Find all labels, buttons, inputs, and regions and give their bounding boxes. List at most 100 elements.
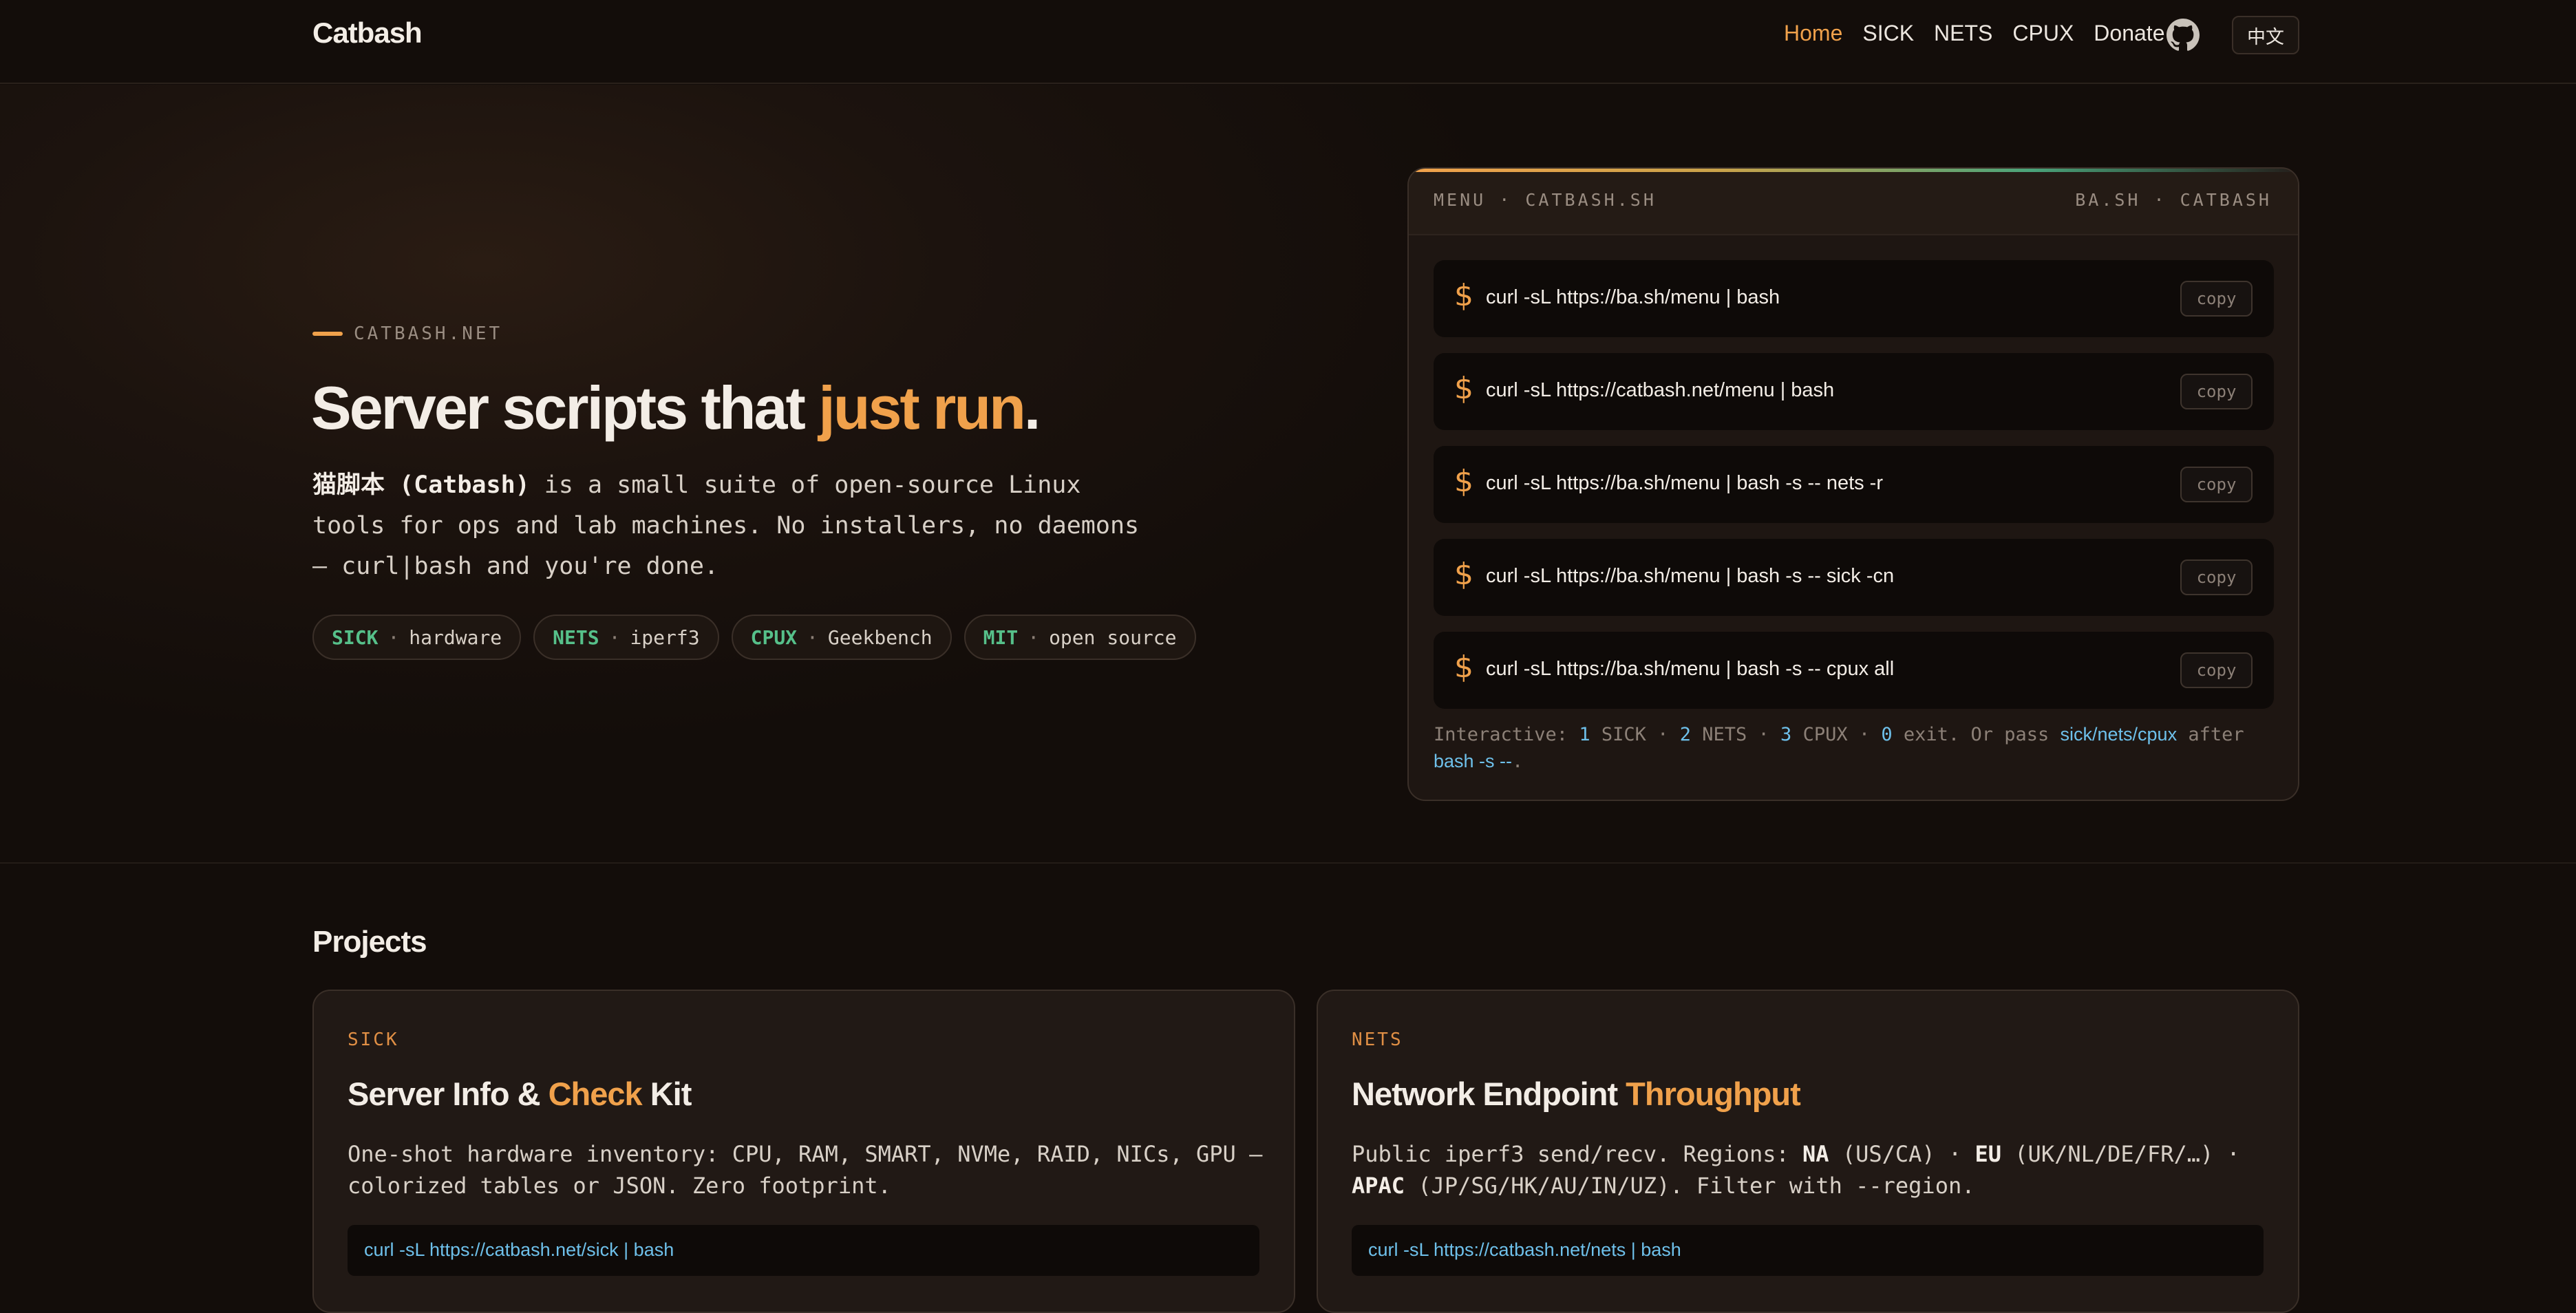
terminal-footer: Interactive: 1 SICK · 2 NETS · 3 CPUX · … [1434,724,2244,772]
hero-tags: SICK · hardware NETS · iperf3 CPUX · Geekbench… [312,615,1196,660]
copy-button[interactable]: copy [2180,559,2253,595]
tag-value: iperf3 [630,626,700,649]
dollar-prompt-icon: $ [1454,371,1473,406]
eyebrow-text: CATBASH.NET [354,323,503,344]
project-command-box[interactable]: curl -sL https://catbash.net/nets | bash [1352,1225,2264,1276]
project-title-a: Network Endpoint [1352,1076,1626,1112]
command-text: curl -sL https://ba.sh/menu | bash -s --… [1486,565,1895,587]
terminal-header: MENU · CATBASH.SH BA.SH · CATBASH [1409,172,2298,235]
project-command-box[interactable]: curl -sL https://catbash.net/sick | bash [348,1225,1259,1276]
tag-sep: · [807,626,818,649]
dollar-prompt-icon: $ [1454,650,1473,685]
footer-interactive: Interactive: [1434,724,1568,745]
footer-label: SICK [1601,724,1646,745]
project-title: Server Info & Check Kit [348,1075,692,1113]
language-toggle-button[interactable]: 中文 [2232,16,2299,54]
tag-value: hardware [409,626,502,649]
project-title-a: Server Info & [348,1076,549,1112]
hero-desc-name: 猫脚本 (Catbash) [312,471,530,499]
command-row: $ curl -sL https://catbash.net/menu | ba… [1434,353,2274,430]
nav-link-nets[interactable]: NETS [1934,21,1992,46]
desc-part: Public iperf3 send/recv. Regions: [1352,1141,1803,1167]
hero-title: Server scripts that just run. [311,373,1041,443]
region-na: NA [1802,1141,1829,1167]
command-row: $ curl -sL https://ba.sh/menu | bash cop… [1434,260,2274,337]
footer-num: 3 [1780,724,1792,745]
tag-sep: · [1028,626,1040,649]
command-row: $ curl -sL https://ba.sh/menu | bash -s … [1434,632,2274,709]
project-title-accent: Check [548,1076,643,1112]
hero-desc-code: curl|bash [341,553,472,580]
nav-links: Home SICK NETS CPUX Donate [1784,21,2164,46]
copy-button[interactable]: copy [2180,281,2253,317]
project-command: curl -sL https://catbash.net/sick | bash [364,1239,674,1260]
copy-button[interactable]: copy [2180,652,2253,688]
footer-args: sick/nets/cpux [2060,724,2178,745]
project-card-sick[interactable]: SICK Server Info & Check Kit One-shot ha… [312,990,1295,1313]
footer-label: CPUX [1802,724,1848,745]
project-title: Network Endpoint Throughput [1352,1075,1801,1113]
project-command: curl -sL https://catbash.net/nets | bash [1368,1239,1681,1260]
footer-after: after [2188,724,2244,745]
tag-key: CPUX [750,626,798,649]
brand-logo[interactable]: Catbash [312,17,423,50]
hero-desc-end: and you're done. [471,553,719,580]
command-row: $ curl -sL https://ba.sh/menu | bash -s … [1434,539,2274,616]
nav-link-cpux[interactable]: CPUX [2012,21,2074,46]
nav-link-sick[interactable]: SICK [1862,21,1914,46]
eyebrow-bar [312,332,343,336]
footer-num: 0 [1881,724,1893,745]
tag-value: Geekbench [827,626,933,649]
terminal-card: MENU · CATBASH.SH BA.SH · CATBASH $ curl… [1407,167,2299,801]
tag-sep: · [608,626,621,649]
dollar-prompt-icon: $ [1454,278,1473,313]
region-apac: APAC [1352,1173,1405,1199]
github-icon[interactable] [2167,19,2200,52]
copy-button[interactable]: copy [2180,467,2253,502]
tag-key: NETS [553,626,599,649]
copy-button[interactable]: copy [2180,374,2253,409]
footer-label: exit. Or pass [1903,724,2050,745]
footer-num: 2 [1679,724,1691,745]
hero-title-accent: just run [818,374,1026,442]
command-text: curl -sL https://ba.sh/menu | bash -s --… [1486,472,1883,494]
tag-value: open source [1049,626,1177,649]
nav-link-home[interactable]: Home [1784,21,1842,46]
tag-key: MIT [983,626,1019,649]
terminal-header-left: MENU · CATBASH.SH [1434,190,1657,210]
command-list: $ curl -sL https://ba.sh/menu | bash cop… [1434,260,2274,725]
hero-eyebrow: CATBASH.NET [312,323,502,344]
desc-part: (UK/NL/DE/FR/…) · [2001,1141,2240,1167]
command-text: curl -sL https://catbash.net/menu | bash [1486,379,1835,401]
top-nav: Catbash Home SICK NETS CPUX Donate 中文 [0,0,2576,84]
desc-part: (US/CA) · [1829,1141,1975,1167]
command-text: curl -sL https://ba.sh/menu | bash -s --… [1486,658,1895,680]
tag-nets: NETS · iperf3 [533,615,719,660]
footer-label: NETS [1702,724,1747,745]
footer-flag: bash -s -- [1434,751,1513,771]
dollar-prompt-icon: $ [1454,557,1473,592]
hero-title-end: . [1023,374,1041,442]
section-divider [0,862,2576,864]
terminal-header-right: BA.SH · CATBASH [2075,190,2272,210]
projects-heading: Projects [312,925,427,959]
dollar-prompt-icon: $ [1454,464,1473,499]
tag-sick: SICK · hardware [312,615,522,660]
project-label: SICK [348,1029,399,1050]
hero-title-start: Server scripts that [311,374,819,442]
tag-cpux: CPUX · Geekbench [731,615,952,660]
project-card-nets[interactable]: NETS Network Endpoint Throughput Public … [1317,990,2299,1313]
desc-part: (JP/SG/HK/AU/IN/UZ). Filter with --regio… [1405,1173,1975,1199]
command-text: curl -sL https://ba.sh/menu | bash [1486,286,1780,308]
tag-key: SICK [332,626,379,649]
hero-description: 猫脚本 (Catbash) is a small suite of open-s… [312,465,1166,587]
project-title-b: Kit [641,1076,692,1112]
tag-mit: MIT · open source [964,615,1196,660]
nav-link-donate[interactable]: Donate [2094,21,2164,46]
project-description: Public iperf3 send/recv. Regions: NA (US… [1352,1138,2274,1202]
footer-num: 1 [1579,724,1590,745]
footer-period: . [1512,751,1524,772]
command-row: $ curl -sL https://ba.sh/menu | bash -s … [1434,446,2274,523]
project-title-accent: Throughput [1626,1076,1801,1112]
tag-sep: · [387,626,400,649]
